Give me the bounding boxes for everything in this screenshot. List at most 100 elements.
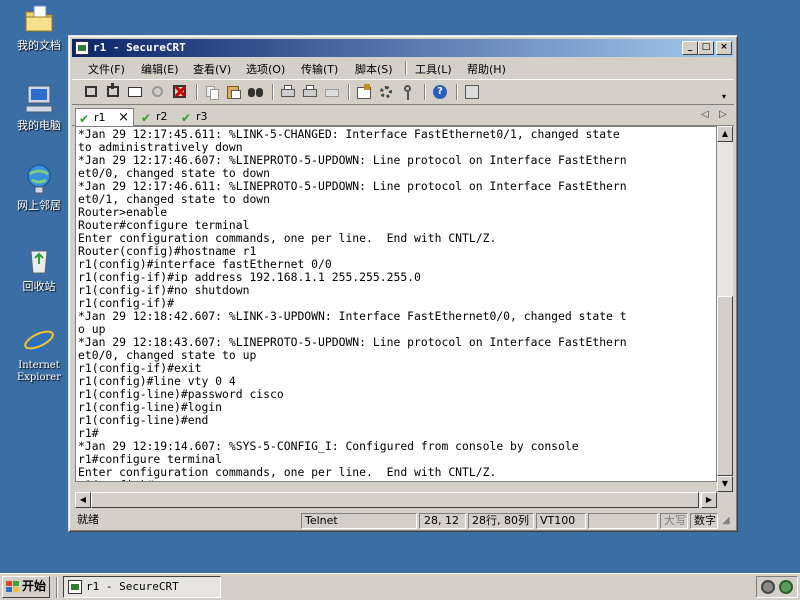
menu-tools[interactable]: 工具(L) [415,61,452,77]
toolbar-separator [196,84,198,100]
taskbar-button-securecrt[interactable]: r1 - SecureCRT [63,576,221,598]
tab-close-icon[interactable]: × [118,109,129,126]
securecrt-app-icon [68,580,82,594]
title-bar[interactable]: r1 - SecureCRT _ □ × [72,39,734,57]
close-button[interactable]: × [716,41,732,55]
vertical-scrollbar[interactable]: ▲ ▼ [717,126,733,492]
status-num-lock: 数字 [690,513,718,529]
toolbar-separator [456,84,458,100]
scroll-down-icon[interactable]: ▼ [717,476,733,492]
connect-in-tab-icon[interactable] [127,83,145,101]
tab-label: r1 [94,111,106,124]
session-options-icon[interactable] [355,83,373,101]
tab-label: r3 [196,110,208,123]
desktop-icon-label: 我的电脑 [17,119,61,132]
session-tab-bar: ✔ r1 × ✔ r2 ✔ r3 ◁ ▷ [72,107,734,126]
find-icon[interactable] [247,83,265,101]
desktop-icon-label-line1: Internet [18,360,60,371]
tab-r2[interactable]: ✔ r2 [138,108,178,126]
securecrt-app-icon[interactable] [75,41,89,55]
taskbar: 开始 r1 - SecureCRT [0,573,800,600]
toolbar-overflow-icon[interactable]: ▾ [722,92,732,102]
minimize-button[interactable]: _ [682,41,698,55]
status-bar: 就绪 Telnet 28, 12 28行, 80列 VT100 大写 数字 ◢ [72,511,734,530]
start-button[interactable]: 开始 [2,576,50,598]
tray-volume-icon[interactable] [761,580,775,594]
tray-network-icon[interactable] [779,580,793,594]
securecrt-window: r1 - SecureCRT _ □ × 文件(F) 编辑(E) 查看(V) 选… [68,35,738,532]
paste-icon[interactable] [225,83,243,101]
copy-icon[interactable] [203,83,221,101]
status-emulation: VT100 [536,513,586,529]
terminal-output: *Jan 29 12:17:45.611: %LINK-5-CHANGED: I… [78,127,627,482]
tab-label: r2 [156,110,168,123]
desktop-icon-label: 我的文档 [17,39,61,52]
desktop-icon-label: 回收站 [22,280,56,293]
status-ready: 就绪 [77,513,99,526]
status-protocol: Telnet [301,513,417,529]
keymap-icon[interactable] [399,83,417,101]
desktop-icon-my-documents[interactable]: 我的文档 [6,2,72,52]
tab-r3[interactable]: ✔ r3 [178,108,218,126]
menu-separator [405,61,407,75]
internet-explorer-icon: e [22,321,56,359]
reconnect-icon[interactable] [149,83,167,101]
quick-connect-icon[interactable] [105,83,123,101]
status-caps-lock: 大写 [660,513,688,529]
menu-options[interactable]: 选项(O) [246,61,285,77]
computer-icon [22,82,56,116]
menu-edit[interactable]: 编辑(E) [141,61,179,77]
help-icon[interactable]: ? [431,83,449,101]
status-cursor-position: 28, 12 [419,513,466,529]
disconnect-icon[interactable] [171,83,189,101]
resize-grip-icon[interactable]: ◢ [722,515,730,526]
menu-transfer[interactable]: 传输(T) [301,61,338,77]
maximize-button[interactable]: □ [698,41,714,55]
toolbar-separator [272,84,274,100]
terminal-screen[interactable]: *Jan 29 12:17:45.611: %LINK-5-CHANGED: I… [75,126,717,482]
desktop-icon-network[interactable]: 网上邻居 [6,162,72,212]
window-title: r1 - SecureCRT [93,41,186,54]
global-options-icon[interactable] [377,83,395,101]
system-tray [756,576,798,598]
windows-logo-icon [6,581,19,593]
about-icon[interactable] [463,83,481,101]
horizontal-scroll-thumb[interactable] [91,492,699,508]
status-terminal-size: 28行, 80列 [468,513,534,529]
toolbar-separator [348,84,350,100]
menu-file[interactable]: 文件(F) [88,61,125,77]
status-blank [588,513,658,529]
desktop-icon-my-computer[interactable]: 我的电脑 [6,82,72,132]
vertical-scroll-thumb[interactable] [717,296,733,476]
network-icon [22,162,56,196]
menu-help[interactable]: 帮助(H) [467,61,506,77]
print-selection-icon[interactable] [301,83,319,101]
tab-r1[interactable]: ✔ r1 × [75,108,134,126]
scroll-up-icon[interactable]: ▲ [717,126,733,142]
desktop-icon-label: 网上邻居 [17,199,61,212]
desktop-icon-recycle-bin[interactable]: 回收站 [6,243,72,293]
scroll-right-icon[interactable]: ▶ [701,492,717,508]
desktop-icon-label-line2: Explorer [16,372,62,383]
scroll-left-icon[interactable]: ◀ [75,492,91,508]
svg-text:e: e [30,323,49,357]
taskbar-button-label: r1 - SecureCRT [86,580,179,593]
toolbar: ? ▾ [72,79,734,105]
tab-scroll-right-icon[interactable]: ▷ [719,109,727,120]
connected-check-icon: ✔ [141,111,152,125]
connect-icon[interactable] [83,83,101,101]
start-label: 开始 [22,579,47,593]
tab-scroll-left-icon[interactable]: ◁ [701,109,709,120]
print-icon[interactable] [279,83,297,101]
toolbar-separator [424,84,426,100]
menu-view[interactable]: 查看(V) [193,61,231,77]
horizontal-scrollbar[interactable]: ◀ ▶ [75,492,717,508]
taskbar-separator [56,577,58,598]
print-setup-icon[interactable] [323,83,341,101]
folder-document-icon [22,2,56,36]
desktop-icon-internet-explorer[interactable]: e Internet Explorer [6,321,72,384]
recycle-bin-icon [22,243,56,277]
menu-bar: 文件(F) 编辑(E) 查看(V) 选项(O) 传输(T) 脚本(S) 工具(L… [72,58,734,78]
connected-check-icon: ✔ [181,111,192,125]
menu-script[interactable]: 脚本(S) [355,61,393,77]
